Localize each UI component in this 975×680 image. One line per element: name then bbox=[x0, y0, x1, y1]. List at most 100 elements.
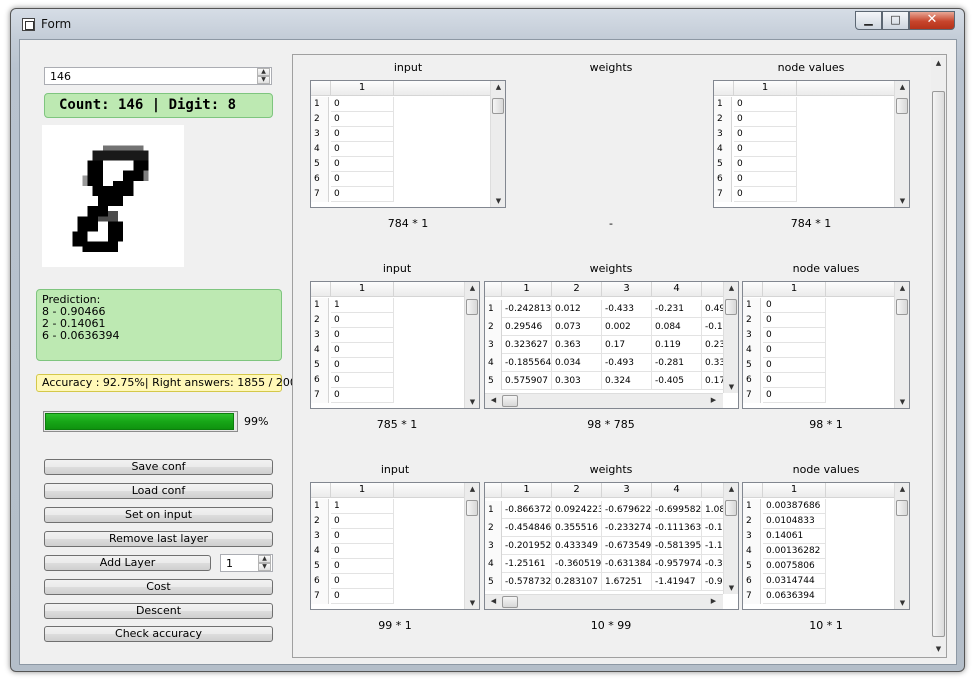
table-cell[interactable]: 0 bbox=[331, 514, 394, 529]
table-cell[interactable]: 0.355516 bbox=[552, 519, 602, 537]
row-header[interactable]: 5 bbox=[311, 157, 329, 172]
table-cell[interactable]: 0.303 bbox=[552, 372, 602, 390]
spin-down-icon[interactable]: ▼ bbox=[258, 563, 271, 571]
table-cell[interactable]: 0 bbox=[331, 544, 394, 559]
table-cell[interactable]: 0 bbox=[331, 358, 394, 373]
table-cell[interactable]: -0.454846 bbox=[502, 519, 552, 537]
scroll-down-icon[interactable]: ▼ bbox=[931, 645, 946, 653]
table-cell[interactable]: 0.14061 bbox=[763, 529, 826, 544]
table-cell[interactable]: 0 bbox=[734, 142, 797, 157]
row-header[interactable]: 5 bbox=[714, 157, 732, 172]
row-header[interactable]: 6 bbox=[743, 373, 761, 388]
table-vertical-scrollbar[interactable]: ▲ ▼ bbox=[894, 282, 909, 408]
row-header[interactable]: 5 bbox=[743, 358, 761, 373]
minimize-button[interactable]: ▁ bbox=[855, 11, 882, 30]
table-cell[interactable]: 0.002 bbox=[602, 318, 652, 336]
row-header[interactable]: 1 bbox=[311, 97, 329, 112]
input-table[interactable]: 1 1 0 2 0 3 0 4 0 5 0 6 0 7 0 ▲ ▼ bbox=[310, 80, 506, 208]
table-cell[interactable]: 0 bbox=[331, 559, 394, 574]
spin-down-icon[interactable]: ▼ bbox=[257, 76, 270, 84]
table-cell[interactable]: 0 bbox=[331, 172, 394, 187]
table-cell[interactable]: 0 bbox=[331, 97, 394, 112]
input-table[interactable]: 1 1 1 2 0 3 0 4 0 5 0 6 0 7 0 ▲ ▼ bbox=[310, 482, 480, 610]
add-layer-button[interactable]: Add Layer bbox=[44, 555, 211, 571]
column-header[interactable]: 4 bbox=[652, 483, 702, 498]
row-header[interactable]: 2 bbox=[311, 313, 329, 328]
scrollbar-thumb[interactable] bbox=[725, 299, 737, 315]
table-cell[interactable]: 0 bbox=[763, 298, 826, 313]
row-header[interactable]: 3 bbox=[485, 537, 502, 555]
table-cell[interactable]: 0 bbox=[331, 343, 394, 358]
descent-button[interactable]: Descent bbox=[44, 603, 273, 619]
table-cell[interactable]: 1 bbox=[331, 499, 394, 514]
table-cell[interactable]: 0.363 bbox=[552, 336, 602, 354]
table-cell[interactable]: 0.073 bbox=[552, 318, 602, 336]
table-cell[interactable]: 0.00136282 bbox=[763, 544, 826, 559]
table-cell[interactable]: -0.679622 bbox=[602, 501, 652, 519]
table-cell[interactable]: -0.493 bbox=[602, 354, 652, 372]
save-conf-button[interactable]: Save conf bbox=[44, 459, 273, 475]
row-header[interactable]: 3 bbox=[485, 336, 502, 354]
row-header[interactable]: 3 bbox=[311, 127, 329, 142]
row-header[interactable]: 6 bbox=[714, 172, 732, 187]
table-vertical-scrollbar[interactable]: ▲ ▼ bbox=[723, 483, 738, 594]
node-values-table[interactable]: 1 1 0 2 0 3 0 4 0 5 0 6 0 7 0 ▲ ▼ bbox=[713, 80, 910, 208]
table-cell[interactable]: 0.323627 bbox=[502, 336, 552, 354]
table-cell[interactable]: 0.084 bbox=[652, 318, 702, 336]
table-cell[interactable]: 0 bbox=[331, 127, 394, 142]
row-header[interactable]: 5 bbox=[311, 559, 329, 574]
scroll-left-icon[interactable]: ◀ bbox=[486, 597, 501, 605]
table-cell[interactable]: 0 bbox=[331, 373, 394, 388]
row-header[interactable]: 2 bbox=[485, 519, 502, 537]
row-header[interactable]: 6 bbox=[743, 574, 761, 589]
table-cell[interactable]: 0 bbox=[331, 112, 394, 127]
scrollbar-thumb[interactable] bbox=[502, 395, 518, 407]
scroll-right-icon[interactable]: ▶ bbox=[706, 597, 721, 605]
weights-table[interactable]: 1 2 3 4 1 -0.866372 0.0924223 -0.679622 -0.69958… bbox=[484, 482, 739, 610]
table-cell[interactable]: 0.17 bbox=[602, 336, 652, 354]
scrollbar-thumb[interactable] bbox=[492, 98, 504, 114]
table-cell[interactable]: 0 bbox=[331, 313, 394, 328]
scroll-down-icon[interactable]: ▼ bbox=[895, 398, 909, 406]
table-cell[interactable]: 0 bbox=[734, 97, 797, 112]
spin-up-icon[interactable]: ▲ bbox=[258, 555, 271, 563]
table-cell[interactable]: 0.324 bbox=[602, 372, 652, 390]
column-header[interactable]: 1 bbox=[763, 282, 826, 297]
table-cell[interactable]: -0.866372 bbox=[502, 501, 552, 519]
table-cell[interactable]: 0.283107 bbox=[552, 573, 602, 591]
table-horizontal-scrollbar[interactable]: ◀ ▶ bbox=[485, 594, 723, 609]
table-cell[interactable]: 0 bbox=[331, 157, 394, 172]
table-cell[interactable]: 0 bbox=[763, 358, 826, 373]
column-header[interactable]: 3 bbox=[602, 282, 652, 297]
row-header[interactable]: 6 bbox=[311, 373, 329, 388]
column-header[interactable]: 1 bbox=[502, 282, 552, 297]
table-cell[interactable]: 1.67251 bbox=[602, 573, 652, 591]
scrollbar-thumb[interactable] bbox=[896, 98, 908, 114]
row-header[interactable]: 6 bbox=[311, 574, 329, 589]
row-header[interactable]: 5 bbox=[311, 358, 329, 373]
remove-last-layer-button[interactable]: Remove last layer bbox=[44, 531, 273, 547]
table-cell[interactable]: -0.185564 bbox=[502, 354, 552, 372]
load-conf-button[interactable]: Load conf bbox=[44, 483, 273, 499]
row-header[interactable]: 7 bbox=[714, 187, 732, 202]
row-header[interactable]: 4 bbox=[714, 142, 732, 157]
column-header[interactable]: 2 bbox=[552, 282, 602, 297]
table-cell[interactable]: 0 bbox=[763, 373, 826, 388]
row-header[interactable]: 7 bbox=[311, 388, 329, 403]
table-vertical-scrollbar[interactable]: ▲ ▼ bbox=[490, 81, 505, 207]
row-header[interactable]: 3 bbox=[714, 127, 732, 142]
table-cell[interactable]: 0.575907 bbox=[502, 372, 552, 390]
scrollbar-thumb[interactable] bbox=[725, 500, 737, 516]
scroll-up-icon[interactable]: ▲ bbox=[465, 284, 479, 292]
table-cell[interactable]: -0.581395 bbox=[652, 537, 702, 555]
table-cell[interactable]: -0.699582 bbox=[652, 501, 702, 519]
scroll-right-icon[interactable]: ▶ bbox=[706, 396, 721, 404]
table-cell[interactable]: 0.0636394 bbox=[763, 589, 826, 604]
table-vertical-scrollbar[interactable]: ▲ ▼ bbox=[464, 483, 479, 609]
table-cell[interactable]: 0.00387686 bbox=[763, 499, 826, 514]
row-header[interactable]: 7 bbox=[743, 388, 761, 403]
row-header[interactable]: 3 bbox=[743, 328, 761, 343]
table-cell[interactable]: 0 bbox=[331, 328, 394, 343]
maximize-button[interactable]: □ bbox=[882, 11, 909, 30]
row-header[interactable]: 7 bbox=[743, 589, 761, 604]
